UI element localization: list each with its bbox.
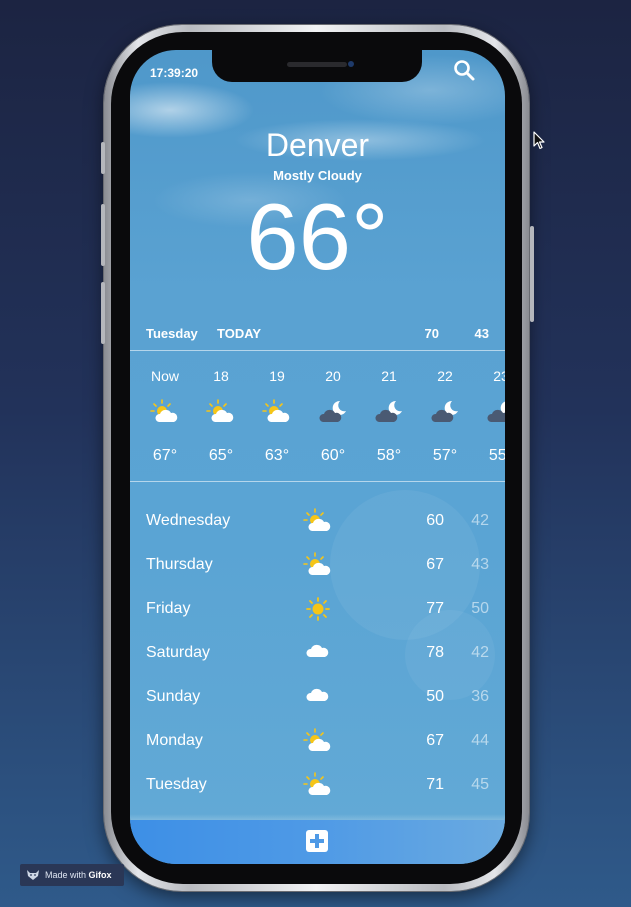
today-label: TODAY [217, 326, 262, 341]
current-condition: Mostly Cloudy [273, 168, 362, 183]
daily-low: 43 [471, 556, 489, 573]
watermark-text: Made with Gifox [45, 870, 112, 880]
partly-sunny-icon [262, 399, 290, 422]
partly-sunny-icon [303, 728, 331, 751]
cloudy-night-icon [375, 400, 402, 422]
weather-screen: 17:39:20 Denver Mostly Cloudy 66° Tuesda… [130, 50, 505, 864]
volume-up-button [101, 204, 105, 266]
cloudy-night-icon [319, 400, 346, 422]
daily-low: 45 [471, 776, 489, 793]
hour-temp: 65° [208, 447, 234, 464]
daily-day: Saturday [146, 644, 211, 661]
daily-high: 60 [426, 512, 444, 529]
hourly-forecast[interactable]: Now 67° 18 65° 19 63° 20 60° 21 58° 22 5… [130, 351, 505, 480]
front-camera [348, 61, 354, 67]
add-location-button[interactable] [306, 830, 328, 852]
daily-day: Thursday [146, 556, 213, 573]
volume-down-button [101, 282, 105, 344]
daily-low: 44 [471, 732, 489, 749]
today-day: Tuesday [146, 326, 198, 341]
daily-day: Sunday [146, 688, 201, 705]
daily-low: 42 [471, 644, 489, 661]
hour-time: 18 [213, 368, 229, 384]
daily-high: 77 [426, 600, 444, 617]
hour-time: 23 [493, 368, 505, 384]
search-button[interactable] [452, 58, 476, 82]
bottom-toolbar [130, 820, 505, 864]
daily-row: Saturday 78 42 [130, 628, 505, 672]
hour-temp: 57° [432, 447, 458, 464]
today-summary: Tuesday TODAY 70 43 [146, 326, 489, 344]
daily-day: Wednesday [146, 512, 231, 529]
mute-switch [101, 142, 105, 174]
status-time: 17:39:20 [150, 66, 199, 80]
daily-high: 67 [426, 732, 444, 749]
today-high: 70 [424, 326, 439, 341]
search-icon [454, 60, 475, 81]
hour-time: 21 [381, 368, 397, 384]
city-name: Denver [265, 127, 370, 163]
today-low: 43 [474, 326, 489, 341]
daily-low: 36 [471, 688, 489, 705]
cloud-icon [306, 644, 329, 657]
partly-sunny-icon [303, 772, 331, 795]
hour-time: 22 [437, 368, 453, 384]
partly-sunny-icon [206, 399, 234, 422]
daily-row: Wednesday 60 42 [130, 496, 505, 540]
hour-time: Now [150, 368, 179, 384]
daily-day: Monday [146, 732, 203, 749]
speaker [287, 62, 347, 67]
daily-high: 50 [426, 688, 444, 705]
gifox-watermark: Made with Gifox [20, 864, 124, 886]
hour-time: 20 [325, 368, 341, 384]
hour-time: 19 [269, 368, 285, 384]
daily-row: Monday 67 44 [130, 716, 505, 760]
hour-temp: 60° [320, 447, 346, 464]
partly-sunny-icon [150, 399, 178, 422]
partly-sunny-icon [303, 552, 331, 575]
hour-temp: 63° [264, 447, 290, 464]
partly-sunny-icon [303, 508, 331, 531]
fox-logo-icon [27, 870, 39, 880]
cloudy-night-icon [431, 400, 458, 422]
daily-low: 50 [471, 600, 489, 617]
daily-high: 78 [426, 644, 444, 661]
hour-temp: 67° [152, 447, 178, 464]
daily-day: Tuesday [146, 776, 207, 793]
power-button [530, 226, 534, 322]
sun-icon [306, 597, 330, 621]
daily-high: 71 [426, 776, 444, 793]
hour-temp: 58° [376, 447, 402, 464]
watermark-brand: Gifox [88, 870, 112, 880]
divider [130, 481, 505, 482]
device-notch [212, 50, 422, 82]
daily-high: 67 [426, 556, 444, 573]
daily-row: Sunday 50 36 [130, 672, 505, 716]
cloudy-night-icon [487, 401, 505, 422]
cloud-icon [306, 688, 329, 701]
daily-low: 42 [471, 512, 489, 529]
daily-row: Thursday 67 43 [130, 540, 505, 584]
mouse-pointer-icon [533, 131, 545, 150]
daily-row: Friday 77 50 [130, 584, 505, 628]
daily-row: Tuesday 71 45 [130, 760, 505, 804]
daily-day: Friday [146, 600, 191, 617]
watermark-prefix: Made with [45, 870, 87, 880]
current-temperature: 66° [246, 184, 389, 289]
hour-temp: 55° [488, 447, 505, 464]
